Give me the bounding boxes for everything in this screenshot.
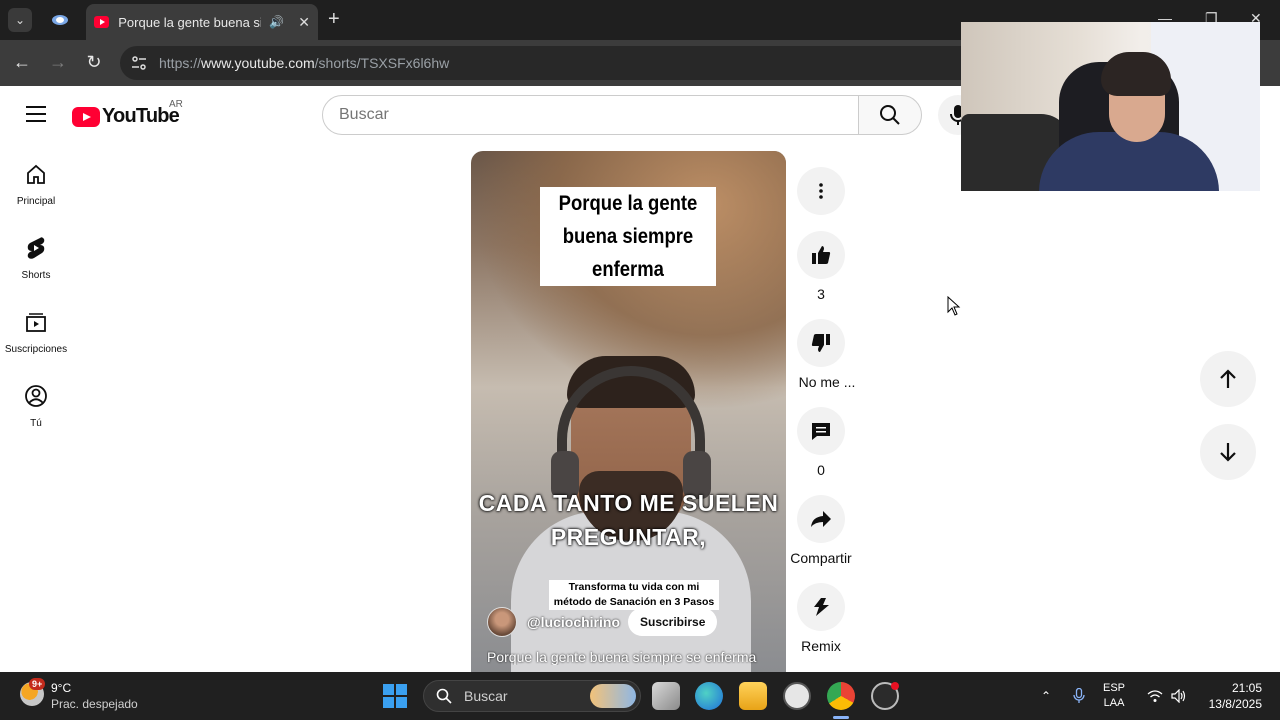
site-info-icon[interactable] xyxy=(122,46,156,80)
menu-icon[interactable] xyxy=(26,106,46,122)
sidebar-item-principal[interactable]: Principal xyxy=(0,146,72,220)
dislike-button[interactable] xyxy=(797,319,845,367)
shorts-icon xyxy=(24,236,48,260)
tab-search-dropdown[interactable]: ⌄ xyxy=(8,8,32,32)
wifi-icon[interactable] xyxy=(1147,672,1163,720)
search-button[interactable] xyxy=(858,95,922,135)
dislike-label: No me ... xyxy=(798,374,856,390)
pinned-tab[interactable] xyxy=(46,8,74,32)
url-text: https://www.youtube.com/shorts/TSXSFx6l6… xyxy=(159,55,450,71)
clock-time: 21:05 xyxy=(1231,681,1262,695)
weather-temperature: 9°C xyxy=(51,681,72,695)
file-explorer-icon[interactable] xyxy=(739,682,767,710)
volume-icon[interactable] xyxy=(1171,672,1187,720)
subscriptions-icon xyxy=(24,310,48,334)
sidebar-item-label: Suscripciones xyxy=(4,344,68,355)
remix-button[interactable] xyxy=(797,583,845,631)
more-vertical-icon xyxy=(819,183,823,199)
pinned-tab-icon xyxy=(52,15,68,25)
channel-handle[interactable]: @luciochirino xyxy=(527,614,620,630)
search-icon xyxy=(436,688,452,704)
search-input[interactable]: Buscar xyxy=(322,95,859,135)
chevron-down-icon: ⌄ xyxy=(14,13,26,27)
country-code: AR xyxy=(169,99,183,110)
share-label: Compartir xyxy=(790,550,852,566)
share-button[interactable] xyxy=(797,495,845,543)
next-short-button[interactable] xyxy=(1200,424,1256,480)
tray-overflow-icon[interactable]: ⌃ xyxy=(1041,672,1051,720)
webcam-person-hair xyxy=(1101,52,1171,96)
clock-date: 13/8/2025 xyxy=(1208,697,1262,711)
sidebar-item-label: Shorts xyxy=(21,270,51,281)
tab-title: Porque la gente buena siempre enferma - … xyxy=(118,14,261,30)
thumbs-up-icon xyxy=(812,246,831,264)
sidebar-item-tu[interactable]: Tú xyxy=(0,368,72,442)
arrow-up-icon xyxy=(1220,369,1236,388)
weather-badge: 9+ xyxy=(29,678,46,690)
weather-description: Prac. despejado xyxy=(51,697,138,711)
arrow-down-icon xyxy=(1220,443,1236,462)
logo-wordmark: YouTube xyxy=(102,105,180,127)
subscribe-button[interactable]: Suscribirse xyxy=(628,608,718,636)
youtube-play-icon xyxy=(72,106,100,127)
comments-button[interactable] xyxy=(797,407,845,455)
comment-count: 0 xyxy=(817,462,825,478)
youtube-favicon-icon xyxy=(94,16,110,28)
taskbar-search-placeholder: Buscar xyxy=(464,688,508,704)
search-placeholder: Buscar xyxy=(339,106,389,123)
close-tab-icon[interactable]: ✕ xyxy=(298,14,310,31)
video-description[interactable]: Porque la gente buena siempre se enferma xyxy=(487,649,777,665)
more-options-button[interactable] xyxy=(797,167,845,215)
sidebar-item-label: Tú xyxy=(30,418,42,429)
mouse-cursor-icon xyxy=(947,296,961,316)
like-count: 3 xyxy=(817,286,825,302)
search-icon xyxy=(880,105,900,125)
notification-dot xyxy=(891,682,899,690)
task-view-icon[interactable] xyxy=(652,682,680,710)
language-indicator[interactable]: ESP LAA xyxy=(1103,672,1125,720)
video-caption-promo: Transforma tu vida con mi método de Sana… xyxy=(549,580,719,610)
video-caption-subtitle: CADA TANTO ME SUELEN PREGUNTAR, xyxy=(478,490,779,550)
keyboard-layout: LAA xyxy=(1103,697,1125,709)
short-video-player[interactable]: Porque la gente buena siempre enferma CA… xyxy=(471,151,786,676)
edge-icon[interactable] xyxy=(695,682,723,710)
back-icon[interactable]: ← xyxy=(10,52,34,73)
windows-taskbar: 9+ 9°C Prac. despejado Buscar ⌃ ESP LAA … xyxy=(0,672,1280,720)
video-caption-title: Porque la gente buena siempre enferma xyxy=(540,187,716,286)
previous-short-button[interactable] xyxy=(1200,351,1256,407)
forward-icon[interactable]: → xyxy=(46,52,70,73)
channel-info: @luciochirino Suscribirse xyxy=(487,607,718,637)
active-tab[interactable]: Porque la gente buena siempre enferma - … xyxy=(86,4,318,40)
youtube-logo[interactable]: YouTube xyxy=(72,105,180,128)
comment-icon xyxy=(812,423,830,440)
start-button[interactable] xyxy=(383,684,407,708)
thumbs-down-icon xyxy=(811,334,830,352)
clock[interactable]: 21:05 13/8/2025 xyxy=(1200,672,1262,720)
webcam-overlay xyxy=(961,22,1260,191)
sidebar-item-shorts[interactable]: Shorts xyxy=(0,220,72,294)
sidebar-item-label: Principal xyxy=(16,196,56,207)
language-code: ESP xyxy=(1103,682,1126,694)
remix-label: Remix xyxy=(801,638,841,654)
remix-icon xyxy=(814,598,829,616)
windows-logo-icon xyxy=(383,684,394,695)
like-button[interactable] xyxy=(797,231,845,279)
tray-microphone-icon[interactable] xyxy=(1073,672,1085,720)
new-tab-button[interactable]: + xyxy=(328,9,340,29)
chrome-icon[interactable] xyxy=(827,682,855,710)
speaker-icon[interactable]: 🔊 xyxy=(269,15,284,29)
taskbar-search[interactable]: Buscar xyxy=(423,680,641,712)
sidebar-item-suscripciones[interactable]: Suscripciones xyxy=(0,294,72,368)
active-app-indicator xyxy=(833,716,849,719)
home-icon xyxy=(24,162,48,186)
share-icon xyxy=(811,511,831,527)
reload-icon[interactable]: ↻ xyxy=(82,52,106,73)
clock-app-icon[interactable] xyxy=(783,682,811,710)
channel-avatar[interactable] xyxy=(487,607,517,637)
account-icon xyxy=(24,384,48,408)
search-highlight-image xyxy=(590,684,636,708)
